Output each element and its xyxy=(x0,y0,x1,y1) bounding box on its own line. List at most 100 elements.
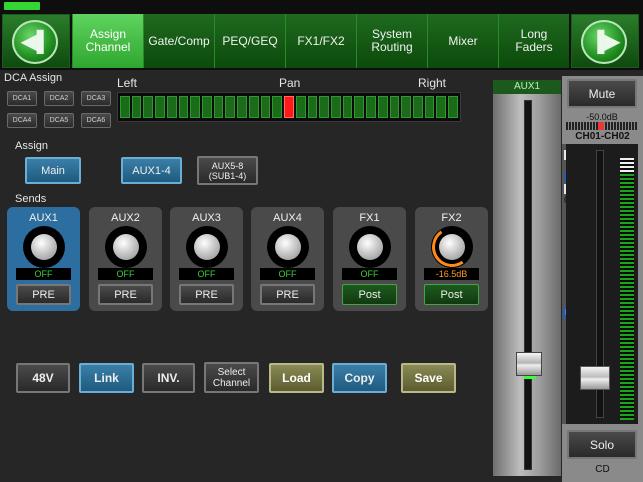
knob-cap xyxy=(31,234,57,260)
save-button[interactable]: Save xyxy=(401,363,456,393)
knob-cap xyxy=(194,234,220,260)
assign-aux1-4-button[interactable]: AUX1-4 xyxy=(121,157,182,184)
send-level-knob[interactable] xyxy=(105,226,147,268)
channel-gain-scale xyxy=(566,122,638,130)
send-value: -16.5dB xyxy=(424,268,479,280)
send-value: OFF xyxy=(16,268,71,280)
tab-gate-comp[interactable]: Gate/Comp xyxy=(143,14,214,68)
pan-segment xyxy=(412,96,423,118)
dca-button-4[interactable]: DCA4 xyxy=(7,113,37,128)
tab-long-faders[interactable]: Long Faders xyxy=(498,14,569,68)
tab-mixer[interactable]: Mixer xyxy=(427,14,498,68)
channel-fader-handle[interactable] xyxy=(580,366,610,390)
send-mode-button[interactable]: Post xyxy=(424,284,479,305)
pan-segment xyxy=(342,96,353,118)
dca-button-5[interactable]: DCA5 xyxy=(44,113,74,128)
send-mode-button[interactable]: PRE xyxy=(179,284,234,305)
pan-segment xyxy=(166,96,177,118)
send-aux1[interactable]: AUX1 OFF PRE xyxy=(7,207,80,311)
pan-segment xyxy=(225,96,236,118)
dca-button-2[interactable]: DCA2 xyxy=(44,91,74,106)
channel-name: CH01-CH02 xyxy=(575,131,630,142)
pan-segment xyxy=(155,96,165,118)
send-fx1[interactable]: FX1 OFF Post xyxy=(333,207,406,311)
pan-meter[interactable] xyxy=(117,92,461,122)
next-page-button[interactable]: ▐▶ xyxy=(571,14,639,68)
gain-marker xyxy=(598,122,604,130)
send-mode-button[interactable]: PRE xyxy=(260,284,315,305)
pan-position-indicator xyxy=(284,96,294,118)
aux-fader-handle[interactable] xyxy=(516,352,542,376)
send-level-knob[interactable] xyxy=(349,226,391,268)
load-button[interactable]: Load xyxy=(269,363,324,393)
pan-segment xyxy=(131,96,142,118)
mixer-app: ◀▌ Assign Channel Gate/Comp PEQ/GEQ FX1/FX2… xyxy=(0,0,643,482)
chevron-left-double-icon: ◀▌ xyxy=(21,30,51,53)
knob-cap xyxy=(113,234,139,260)
send-aux2[interactable]: AUX2 OFF PRE xyxy=(89,207,162,311)
phantom-48v-button[interactable]: 48V xyxy=(16,363,70,393)
send-name: AUX3 xyxy=(192,212,221,224)
connection-indicator xyxy=(4,2,40,10)
send-value: OFF xyxy=(179,268,234,280)
pan-segment xyxy=(202,96,212,118)
dca-button-3[interactable]: DCA3 xyxy=(81,91,111,106)
send-aux3[interactable]: AUX3 OFF PRE xyxy=(170,207,243,311)
pan-segment xyxy=(366,96,376,118)
knob-cap xyxy=(439,234,465,260)
solo-button[interactable]: Solo xyxy=(567,430,637,459)
tab-bar: Assign Channel Gate/Comp PEQ/GEQ FX1/FX2 Sys… xyxy=(72,14,569,68)
send-level-knob[interactable] xyxy=(23,226,65,268)
tab-fx1-fx2[interactable]: FX1/FX2 xyxy=(285,14,356,68)
channel-gain-readout: -50.0dB xyxy=(586,112,618,122)
pan-segment xyxy=(237,96,247,118)
channel-footer-label: CD xyxy=(595,464,610,475)
pan-segment xyxy=(448,96,458,118)
knob-cap xyxy=(275,234,301,260)
copy-button[interactable]: Copy xyxy=(332,363,387,393)
select-channel-button[interactable]: Select Channel xyxy=(204,362,259,393)
channel-level-meter xyxy=(620,158,634,420)
pan-label: Pan xyxy=(279,76,301,90)
sends-title: Sends xyxy=(15,193,47,205)
pan-segment xyxy=(424,96,435,118)
send-mode-button[interactable]: PRE xyxy=(16,284,71,305)
pan-segment xyxy=(436,96,447,118)
dca-button-6[interactable]: DCA6 xyxy=(81,113,111,128)
send-name: FX2 xyxy=(441,212,462,224)
send-name: FX1 xyxy=(359,212,380,224)
link-button[interactable]: Link xyxy=(79,363,134,393)
send-level-knob[interactable] xyxy=(428,223,476,271)
pan-segment xyxy=(295,96,306,118)
prev-page-button[interactable]: ◀▌ xyxy=(2,14,70,68)
send-name: AUX2 xyxy=(111,212,140,224)
aux-fader-led xyxy=(524,376,536,379)
assign-main-button[interactable]: Main xyxy=(25,157,81,184)
tab-peq-geq[interactable]: PEQ/GEQ xyxy=(214,14,285,68)
pan-segment xyxy=(143,96,154,118)
send-mode-button[interactable]: PRE xyxy=(98,284,153,305)
send-name: AUX1 xyxy=(29,212,58,224)
send-name: AUX4 xyxy=(273,212,302,224)
send-fx2[interactable]: FX2 -16.5dB Post xyxy=(415,207,488,311)
tab-assign-channel[interactable]: Assign Channel xyxy=(72,14,143,68)
pan-segment xyxy=(272,96,283,118)
send-value: OFF xyxy=(98,268,153,280)
send-mode-button[interactable]: Post xyxy=(342,284,397,305)
pan-segment xyxy=(190,96,201,118)
top-nav-bar: ◀▌ Assign Channel Gate/Comp PEQ/GEQ FX1/FX2… xyxy=(0,0,643,70)
pan-segment xyxy=(260,96,271,118)
assign-aux5-8-button[interactable]: AUX5-8 (SUB1-4) xyxy=(197,156,258,185)
invert-button[interactable]: INV. xyxy=(142,363,195,393)
mute-button[interactable]: Mute xyxy=(567,79,637,108)
pan-segment xyxy=(377,96,388,118)
send-level-knob[interactable] xyxy=(267,226,309,268)
pan-right-label: Right xyxy=(418,76,447,90)
pan-segment xyxy=(248,96,259,118)
aux-fader-track[interactable] xyxy=(524,100,532,470)
tab-system-routing[interactable]: System Routing xyxy=(356,14,427,68)
send-aux4[interactable]: AUX4 OFF PRE xyxy=(251,207,324,311)
send-level-knob[interactable] xyxy=(186,226,228,268)
dca-button-1[interactable]: DCA1 xyxy=(7,91,37,106)
pan-segment xyxy=(354,96,365,118)
